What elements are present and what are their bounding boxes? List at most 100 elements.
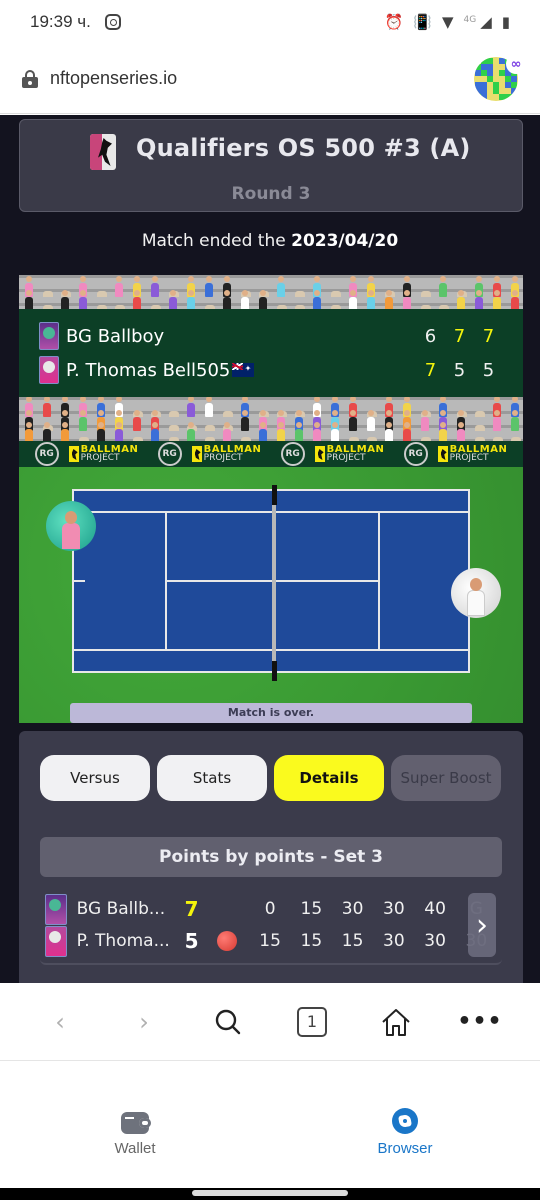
- tennis-court: [72, 485, 470, 681]
- back-button[interactable]: ‹: [36, 998, 84, 1046]
- polygon-network-icon: ∞: [506, 54, 526, 74]
- crowd-fan: [259, 422, 267, 441]
- point-score: 15: [300, 931, 323, 951]
- point-score: 15: [300, 899, 323, 919]
- points-table: BG Ballb... 7 0 15 30 30 40 G P. Thoma..…: [40, 887, 502, 965]
- wifi-icon: ▼: [441, 13, 454, 31]
- stadium: BG Ballboy 6 7 7 P. Thomas Bell505 7 5 5: [19, 275, 523, 723]
- crowd-fan: [259, 290, 267, 309]
- nav-browser[interactable]: Browser: [270, 1062, 540, 1188]
- section-title: Points by points - Set 3: [40, 837, 502, 877]
- crowd-fan: [349, 410, 357, 431]
- match-date: 2023/04/20: [291, 231, 399, 251]
- crowd-fan: [385, 290, 393, 309]
- ballman-logo: BALLMAN PROJECT: [314, 445, 385, 463]
- crowd-fan: [349, 290, 357, 309]
- crowd-fan: [25, 290, 33, 309]
- set-score: 7: [453, 325, 466, 347]
- network-type-label: 4G: [463, 15, 477, 25]
- signal-icon: ◢: [480, 13, 492, 31]
- forward-button[interactable]: ›: [120, 998, 168, 1046]
- crowd-fan: [205, 276, 213, 297]
- court-line: [74, 511, 468, 513]
- more-button[interactable]: •••: [456, 998, 504, 1046]
- crowd-fan: [25, 422, 33, 441]
- crowd-fan: [511, 290, 519, 309]
- sponsor: RG BALLMAN PROJECT: [157, 442, 262, 466]
- chevron-right-icon: ›: [476, 907, 488, 943]
- crowd-fan: [385, 422, 393, 441]
- tab-super-boost[interactable]: Super Boost: [391, 755, 501, 801]
- tab-details[interactable]: Details: [274, 755, 384, 801]
- gesture-bar: [0, 1188, 540, 1200]
- chevron-right-icon: ›: [139, 1007, 149, 1036]
- crowd-top: [19, 275, 523, 309]
- browser-toolbar: ‹ › 1 •••: [0, 983, 540, 1061]
- player-1-avatar: [46, 501, 96, 551]
- seat: [169, 411, 179, 417]
- crowd-fan: [295, 422, 303, 441]
- tabs-button[interactable]: 1: [288, 998, 336, 1046]
- sponsor-band: RG BALLMAN PROJECT RG BALLMAN PROJECT RG B…: [19, 441, 523, 467]
- seat: [43, 291, 53, 297]
- crowd-fan: [241, 290, 249, 309]
- search-button[interactable]: [204, 998, 252, 1046]
- crowd-fan: [223, 290, 231, 309]
- crowd-fan: [61, 422, 69, 441]
- crowd-fan: [133, 410, 141, 431]
- home-button[interactable]: [372, 998, 420, 1046]
- crowd-fan: [277, 422, 285, 441]
- wallet-icon: [121, 1112, 151, 1134]
- net: [271, 485, 277, 681]
- tournament-round: Round 3: [231, 184, 311, 204]
- player-name: BG Ballb...: [76, 899, 166, 919]
- sponsor-text: PROJECT: [203, 453, 243, 463]
- lock-icon: [22, 69, 38, 88]
- australia-flag-icon: [232, 363, 255, 377]
- tennis-ball-serve-icon: [216, 931, 237, 951]
- crowd-fan: [439, 422, 447, 441]
- crowd-fan: [43, 422, 51, 441]
- url-text[interactable]: nftopenseries.io: [50, 68, 177, 89]
- crowd-fan: [493, 410, 501, 431]
- seat: [97, 291, 107, 297]
- set-score: 7: [482, 325, 495, 347]
- crowd-fan: [241, 410, 249, 431]
- tab-versus[interactable]: Versus: [40, 755, 150, 801]
- status-time: 19:39 ч.: [30, 12, 91, 31]
- tab-count: 1: [297, 1006, 327, 1037]
- seat: [475, 425, 485, 431]
- crowd-fan: [493, 290, 501, 309]
- crowd-fan: [403, 290, 411, 309]
- crowd-fan: [313, 422, 321, 441]
- roland-garros-logo-icon: RG: [403, 442, 428, 466]
- games-count: 7: [184, 897, 199, 921]
- sponsor: RG BALLMAN PROJECT: [403, 442, 508, 466]
- address-bar[interactable]: nftopenseries.io ∞: [0, 44, 540, 114]
- tournament-logo-icon: [90, 134, 116, 170]
- roland-garros-logo-icon: RG: [280, 442, 305, 466]
- set-score: 5: [453, 359, 466, 381]
- crowd-fan: [151, 276, 159, 297]
- ballman-icon: [68, 446, 79, 462]
- battery-icon: ▮: [501, 13, 510, 31]
- crowd-bottom: [19, 397, 523, 441]
- sponsor-text: PROJECT: [326, 453, 366, 463]
- page-content: Qualifiers OS 500 #3 (A) Round 3 Match e…: [0, 115, 540, 983]
- crowd-fan: [187, 397, 195, 417]
- set-score: 7: [424, 359, 437, 381]
- nav-wallet[interactable]: Wallet: [0, 1062, 270, 1188]
- home-gesture-handle[interactable]: [192, 1190, 348, 1196]
- next-games-button[interactable]: ›: [468, 893, 496, 957]
- scoreboard: BG Ballboy 6 7 7 P. Thomas Bell505 7 5 5: [19, 309, 523, 397]
- ballman-icon: [314, 446, 325, 462]
- crowd-fan: [223, 422, 231, 441]
- ballman-icon: [191, 446, 202, 462]
- tournament-title: Qualifiers OS 500 #3 (A): [136, 134, 471, 162]
- tournament-card: Qualifiers OS 500 #3 (A) Round 3: [19, 119, 523, 212]
- seat: [205, 425, 215, 431]
- crowd-fan: [457, 290, 465, 309]
- sponsor: RG BALLMAN PROJECT: [34, 442, 139, 466]
- crowd-fan: [457, 422, 465, 441]
- tab-stats[interactable]: Stats: [157, 755, 267, 801]
